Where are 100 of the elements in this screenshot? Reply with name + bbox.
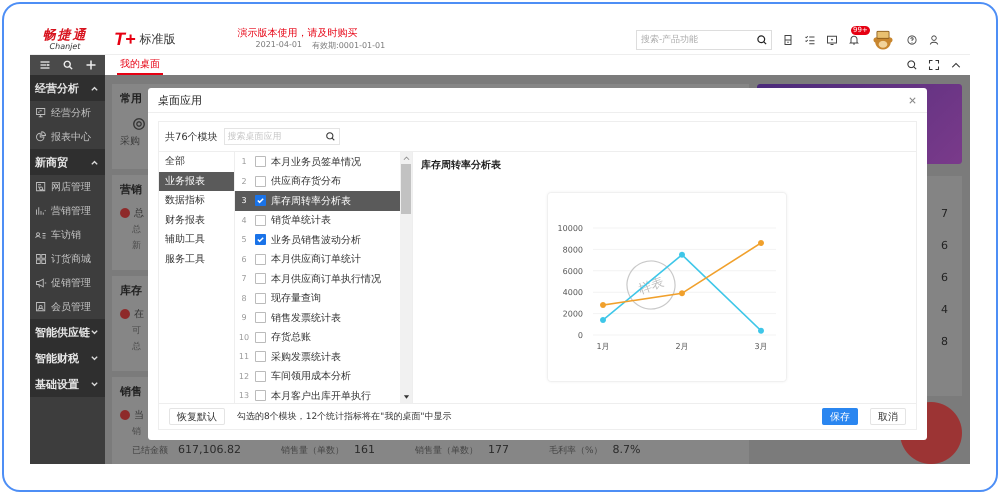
summary-label: 可 (132, 325, 141, 338)
checkbox[interactable] (255, 156, 266, 168)
scroll-up-icon[interactable] (402, 155, 410, 161)
menu-item[interactable]: 营销管理 (30, 199, 105, 223)
menu-item[interactable]: 会员管理 (30, 295, 105, 319)
category-item[interactable]: 服务工具 (159, 250, 234, 269)
category-item[interactable]: 辅助工具 (159, 230, 234, 250)
module-row[interactable]: 11 采购发票统计表 (235, 347, 400, 366)
module-row[interactable]: 4 销货单统计表 (235, 210, 400, 230)
module-row[interactable]: 7 本月供应商订单执行情况 (235, 269, 400, 288)
row-number: 8 (240, 294, 248, 303)
menu-item[interactable]: 网店管理 (30, 175, 105, 199)
search-field[interactable]: 搜索桌面应用 (224, 128, 340, 145)
row-number: 5 (240, 235, 248, 244)
search-icon[interactable] (324, 131, 336, 142)
menu-item[interactable]: 促销管理 (30, 271, 105, 295)
category-item[interactable]: 数据指标 (159, 191, 234, 210)
trial-notice[interactable]: 演示版本使用，请及时购买 (238, 28, 386, 40)
module-label: 本月客户出库开单执行 (271, 390, 371, 403)
stat-value: 7 (941, 206, 948, 222)
module-row[interactable]: 13 本月客户出库开单执行 (235, 386, 400, 403)
checkbox[interactable] (255, 370, 266, 382)
cancel-button[interactable]: 取消 (870, 408, 906, 425)
checkbox[interactable] (255, 312, 266, 324)
module-row[interactable]: 3 库存周转率分析表 (235, 191, 400, 210)
row-number: 2 (240, 176, 248, 186)
logo-subtitle: Chanjet (50, 42, 80, 50)
module-label: 车间领用成本分析 (271, 370, 351, 384)
menu-item-icon (35, 131, 47, 143)
module-row[interactable]: 1 本月业务员签单情况 (235, 152, 400, 172)
category-item[interactable]: 全部 (159, 152, 234, 172)
row-number: 11 (238, 352, 250, 362)
module-count: 共76个模块 (165, 130, 218, 144)
row-number: 4 (240, 216, 248, 225)
axis-label: 2月 (675, 342, 689, 351)
menu-group[interactable]: 基础设置 (30, 371, 105, 397)
menu-item[interactable]: 车访销 (30, 223, 105, 247)
module-row[interactable]: 10 存货总账 (235, 328, 400, 347)
calculator-icon[interactable] (782, 34, 794, 46)
checkbox[interactable] (255, 176, 266, 187)
scroll-thumb[interactable] (401, 164, 411, 214)
fullscreen-icon[interactable] (928, 59, 940, 71)
preview-title: 库存周转率分析表 (421, 158, 501, 172)
reset-button[interactable]: 恢复默认 (169, 408, 225, 425)
module-row[interactable]: 6 本月供应商订单统计 (235, 250, 400, 269)
stat-value: 4 (941, 302, 948, 318)
card-title: 常用 (120, 91, 142, 106)
menu-group[interactable]: 智能供应链 (30, 319, 105, 345)
module-row[interactable]: 2 供应商存货分布 (235, 172, 400, 191)
checklist-icon[interactable] (804, 34, 816, 46)
scroll-down-icon[interactable] (402, 394, 410, 400)
checkbox[interactable] (255, 254, 266, 265)
bell-icon[interactable] (848, 34, 860, 46)
save-button[interactable]: 保存 (822, 408, 858, 425)
user-icon[interactable] (928, 34, 940, 46)
shortcut-icon[interactable] (132, 117, 146, 131)
module-row[interactable]: 8 现存量查询 (235, 288, 400, 308)
menu-icon[interactable] (38, 59, 50, 71)
search-field[interactable]: 搜索-产品功能 (636, 30, 772, 50)
stat-value: 6 (941, 270, 948, 286)
data-point (758, 240, 764, 246)
checkbox[interactable] (255, 273, 266, 284)
checkbox[interactable] (255, 292, 266, 304)
data-point (600, 302, 606, 308)
help-icon[interactable] (906, 34, 918, 46)
login-date: 2021-04-01 (256, 40, 302, 51)
module-label: 本月供应商订单执行情况 (271, 272, 381, 286)
module-label: 业务员销售波动分析 (271, 234, 361, 247)
checkbox[interactable] (255, 195, 266, 206)
summary-label: 销 (132, 426, 141, 438)
close-icon[interactable] (908, 96, 917, 104)
menu-item[interactable]: 报表中心 (30, 125, 105, 149)
module-row[interactable]: 5 业务员销售波动分析 (235, 230, 400, 250)
add-icon[interactable] (84, 59, 96, 71)
summary-icon (120, 410, 130, 420)
checkbox[interactable] (255, 234, 266, 246)
module-row[interactable]: 9 销售发票统计表 (235, 308, 400, 328)
monitor-icon[interactable] (826, 34, 838, 46)
menu-item[interactable]: 经营分析 (30, 101, 105, 125)
menu-item[interactable]: 订货商城 (30, 247, 105, 271)
data-point (600, 317, 606, 324)
search-icon[interactable] (906, 59, 918, 71)
checkbox[interactable] (255, 351, 266, 362)
scrollbar[interactable] (400, 152, 412, 403)
module-row[interactable]: 12 车间领用成本分析 (235, 366, 400, 386)
checkbox[interactable] (255, 332, 266, 343)
menu-group[interactable]: 智能财税 (30, 345, 105, 371)
search-icon[interactable] (756, 34, 768, 46)
card-title: 营销 (120, 182, 142, 198)
module-label: 销货单统计表 (271, 214, 331, 228)
menu-group[interactable]: 新商贸 (30, 149, 105, 175)
summary-label: 总 (132, 224, 141, 236)
stat-label: 销售量（单数） (280, 444, 344, 457)
checkbox[interactable] (255, 390, 266, 402)
checkbox[interactable] (255, 214, 266, 226)
row-number: 1 (240, 157, 248, 166)
menu-group[interactable]: 经营分析 (30, 75, 105, 101)
category-item[interactable]: 业务报表 (159, 172, 234, 191)
category-item[interactable]: 财务报表 (159, 210, 234, 230)
search-icon[interactable] (62, 59, 74, 71)
